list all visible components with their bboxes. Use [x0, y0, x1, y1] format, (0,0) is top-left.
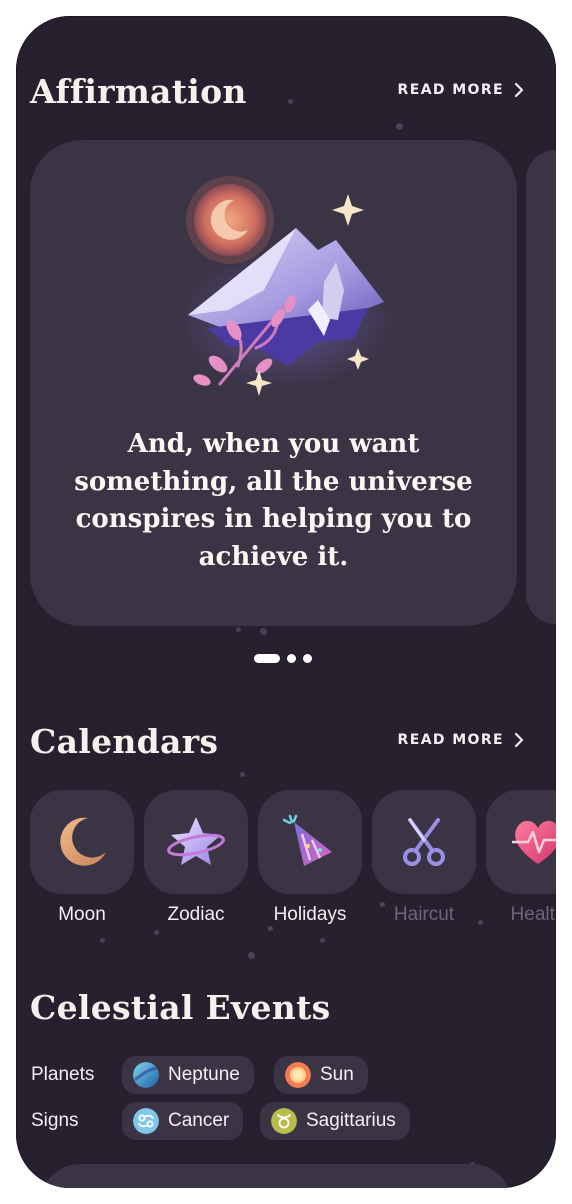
affirmation-read-more-button[interactable]: READ MORE — [398, 82, 524, 98]
affirmation-card[interactable]: And, when you want something, all the un… — [30, 140, 517, 626]
calendars-read-more-button[interactable]: READ MORE — [398, 732, 524, 748]
calendar-tile — [486, 790, 556, 894]
background-star — [260, 628, 267, 635]
party-hat-icon — [282, 814, 332, 866]
background-star — [396, 123, 403, 130]
moon-mountain-illustration — [176, 176, 396, 396]
background-star — [240, 772, 245, 777]
neptune-icon — [133, 1062, 159, 1088]
chevron-right-icon — [514, 732, 524, 748]
chip-sun[interactable]: Sun — [274, 1056, 368, 1094]
background-star — [236, 627, 241, 632]
calendar-list: Moon Zodiac Holidays Haircut Healt — [30, 790, 556, 940]
calendar-tile — [372, 790, 476, 894]
pager-dot-active[interactable] — [254, 654, 280, 663]
cancer-sign-icon — [133, 1108, 159, 1134]
read-more-label: READ MORE — [397, 82, 504, 98]
crescent-moon-icon — [60, 817, 106, 866]
sun-icon — [285, 1062, 311, 1088]
affirmation-quote: And, when you want something, all the un… — [74, 429, 473, 572]
background-star — [288, 99, 293, 104]
calendar-item-moon[interactable]: Moon — [30, 790, 134, 926]
read-more-label: READ MORE — [397, 732, 504, 748]
chip-label: Sagittarius — [306, 1110, 396, 1131]
signs-label: Signs — [31, 1110, 79, 1131]
next-affirmation-card[interactable] — [526, 150, 556, 624]
calendar-item-zodiac[interactable]: Zodiac — [144, 790, 248, 926]
chip-cancer[interactable]: Cancer — [122, 1102, 244, 1140]
calendar-item-label: Haircut — [393, 904, 455, 925]
carousel-pager — [254, 654, 312, 663]
chip-label: Neptune — [168, 1064, 240, 1085]
background-star — [248, 952, 255, 959]
chip-sagittarius[interactable]: Sagittarius — [260, 1102, 410, 1140]
heart-pulse-icon — [512, 821, 556, 864]
calendar-tile — [30, 790, 134, 894]
calendar-item-label: Zodiac — [167, 904, 225, 925]
chevron-right-icon — [514, 82, 524, 98]
calendar-tile — [144, 790, 248, 894]
planets-label: Planets — [31, 1064, 95, 1085]
calendar-item-label: Moon — [58, 904, 106, 925]
affirmation-title: Affirmation — [30, 72, 247, 111]
calendar-item-label: Holidays — [273, 904, 347, 925]
celestial-events-title: Celestial Events — [30, 988, 331, 1027]
calendar-item-health[interactable]: Health — [486, 790, 556, 926]
next-section-card[interactable] — [40, 1164, 512, 1188]
pager-dot[interactable] — [287, 654, 296, 663]
calendar-item-haircut[interactable]: Haircut — [372, 790, 476, 926]
app-screen: Affirmation READ MORE And, when you want… — [16, 16, 556, 1188]
calendar-item-holidays[interactable]: Holidays — [258, 790, 362, 926]
calendar-item-label: Health — [510, 904, 556, 925]
chip-label: Sun — [320, 1064, 354, 1085]
calendar-tile — [258, 790, 362, 894]
chip-neptune[interactable]: Neptune — [122, 1056, 254, 1094]
zodiac-star-icon — [167, 817, 225, 865]
sagittarius-sign-icon — [271, 1108, 297, 1134]
pager-dot[interactable] — [303, 654, 312, 663]
calendars-title: Calendars — [30, 722, 219, 761]
scissors-icon — [403, 818, 445, 866]
chip-label: Cancer — [168, 1110, 230, 1131]
